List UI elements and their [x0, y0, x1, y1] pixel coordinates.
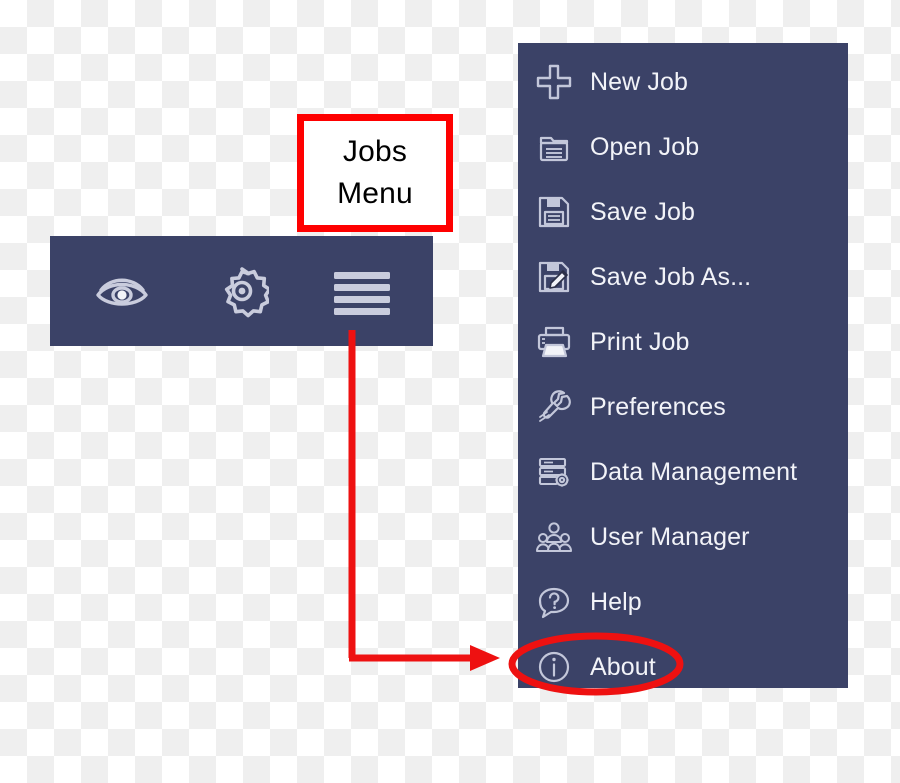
callout-line-1: Jobs — [342, 135, 408, 168]
question-speech-bubble-icon — [532, 582, 576, 622]
gear-icon[interactable] — [211, 260, 273, 322]
menu-item-new-job[interactable]: New Job — [518, 49, 848, 114]
menu-item-save-job-as[interactable]: Save Job As... — [518, 244, 848, 309]
folder-open-icon — [532, 127, 576, 167]
menu-item-label: Help — [590, 587, 642, 616]
menu-item-label: New Job — [590, 67, 688, 96]
menu-item-label: Save Job — [590, 197, 696, 226]
jobs-menu-callout: Jobs Menu — [297, 114, 453, 232]
menu-item-about[interactable]: About — [518, 634, 848, 699]
wrench-icon — [532, 387, 576, 427]
menu-item-label: User Manager — [590, 522, 750, 551]
printer-icon — [532, 322, 576, 362]
floppy-disk-icon — [532, 192, 576, 232]
callout-line-2: Menu — [337, 177, 413, 210]
plus-icon — [532, 62, 576, 102]
users-group-icon — [532, 517, 576, 557]
hamburger-menu-icon[interactable] — [331, 260, 393, 322]
menu-item-label: Preferences — [590, 392, 726, 421]
menu-item-label: Print Job — [590, 327, 690, 356]
annotation-arrow — [348, 330, 500, 671]
menu-item-label: Save Job As... — [590, 262, 752, 291]
menu-item-open-job[interactable]: Open Job — [518, 114, 848, 179]
menu-item-label: About — [590, 652, 656, 681]
floppy-disk-pencil-icon — [532, 257, 576, 297]
menu-item-user-manager[interactable]: User Manager — [518, 504, 848, 569]
database-gear-icon — [532, 452, 576, 492]
icon-toolbar — [50, 236, 433, 346]
menu-item-data-management[interactable]: Data Management — [518, 439, 848, 504]
screenshot-canvas: Jobs Menu New Job Open Job Save Job Save… — [0, 0, 900, 783]
menu-item-print-job[interactable]: Print Job — [518, 309, 848, 374]
menu-item-label: Open Job — [590, 132, 700, 161]
jobs-menu-panel: New Job Open Job Save Job Save Job As...… — [518, 43, 848, 688]
info-circle-icon — [532, 647, 576, 687]
eye-icon[interactable] — [91, 260, 153, 322]
menu-item-help[interactable]: Help — [518, 569, 848, 634]
menu-item-label: Data Management — [590, 457, 798, 486]
menu-item-preferences[interactable]: Preferences — [518, 374, 848, 439]
menu-item-save-job[interactable]: Save Job — [518, 179, 848, 244]
